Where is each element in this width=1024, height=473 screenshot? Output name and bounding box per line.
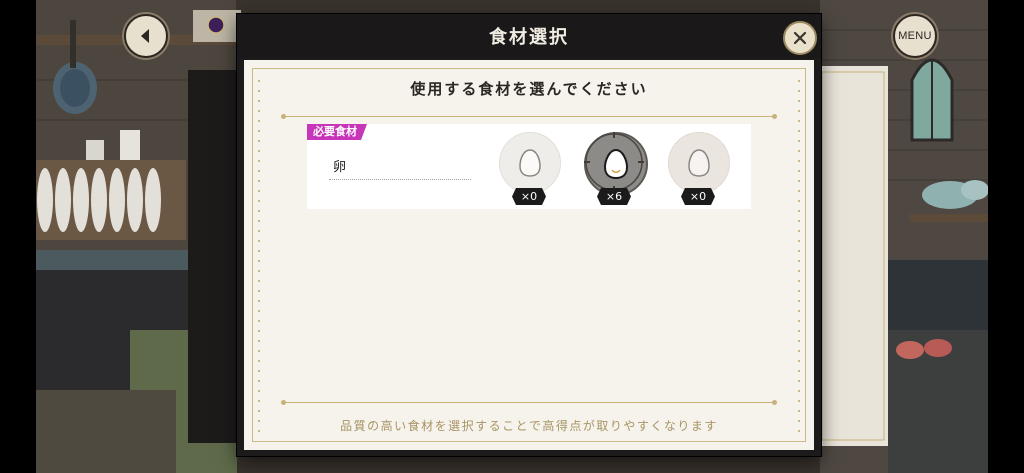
- dialog-title: 食材選択: [489, 27, 569, 48]
- egg-icon: [519, 149, 541, 177]
- egg-option-circle: [499, 132, 561, 194]
- egg-option-1[interactable]: ×0: [497, 132, 561, 206]
- dotted-border-left: [258, 76, 260, 432]
- ingredient-name: 卵: [333, 160, 347, 175]
- dialog-paper: 使用する食材を選んでください 必要食材 卵 ×0 ×6 ×0 品質の高い食材を選…: [244, 60, 814, 450]
- required-ingredient-badge: 必要食材: [307, 124, 367, 140]
- instruction-text: 使用する食材を選んでください: [410, 80, 648, 98]
- dialog-titlebar: 食材選択: [237, 14, 821, 58]
- egg-icon: [688, 149, 710, 177]
- bottom-divider: [281, 400, 777, 405]
- menu-label: MENU: [898, 30, 932, 42]
- dotted-border-right: [798, 76, 800, 432]
- back-button[interactable]: [124, 14, 168, 58]
- ingredient-name-underline: [329, 179, 471, 180]
- egg-option-2[interactable]: ×6: [582, 132, 648, 206]
- screen-edge-right: [988, 0, 1024, 473]
- ingredient-row: 必要食材 卵 ×0 ×6 ×0: [307, 124, 751, 209]
- back-arrow-icon: [141, 29, 149, 43]
- menu-button[interactable]: MENU: [893, 14, 937, 58]
- egg-option-3[interactable]: ×0: [666, 132, 730, 206]
- close-button[interactable]: [783, 21, 817, 55]
- ingredient-select-dialog: 食材選択 使用する食材を選んでください 必要食材 卵 ×0 ×6 ×0 品質の高…: [237, 14, 821, 456]
- egg-count-1: ×0: [512, 188, 546, 205]
- selection-ring-icon: [584, 132, 644, 192]
- close-icon: [793, 31, 807, 45]
- egg-count-2: ×6: [597, 188, 631, 205]
- egg-option-circle-selected: [584, 132, 648, 196]
- top-divider: [281, 114, 777, 119]
- footer-hint: 品質の高い食材を選択することで高得点が取りやすくなります: [340, 419, 718, 433]
- screen-edge-left: [0, 0, 36, 473]
- egg-count-3: ×0: [681, 188, 715, 205]
- egg-option-circle: [668, 132, 730, 194]
